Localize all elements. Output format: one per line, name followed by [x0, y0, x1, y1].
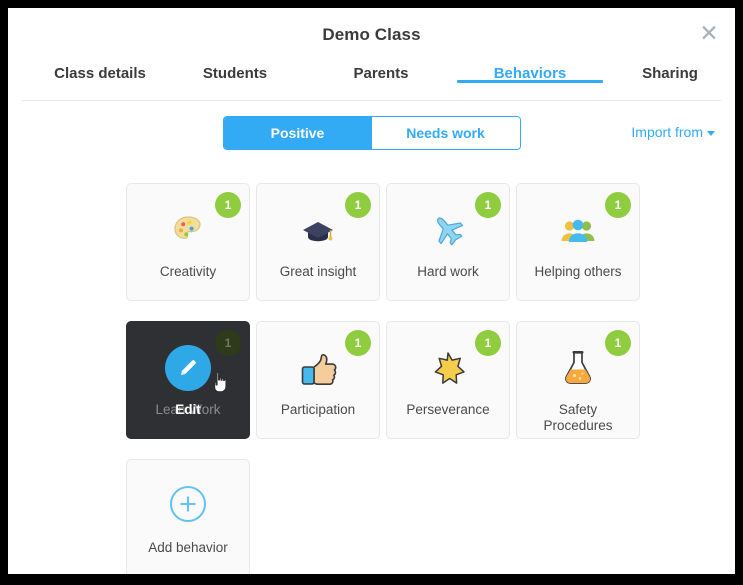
thumbs-up-icon	[257, 344, 379, 392]
tab-label: Class details	[54, 65, 146, 82]
tab-label: Students	[202, 65, 268, 82]
segment-positive[interactable]: Positive	[223, 117, 372, 149]
airplane-icon	[387, 206, 509, 254]
tab-class-details[interactable]: Class details	[40, 65, 160, 82]
behavior-label: Participation	[280, 402, 356, 417]
behavior-label: Great insight	[279, 264, 357, 279]
behavior-card[interactable]: 1 Great insight	[256, 183, 380, 301]
tab-students[interactable]: Students	[192, 65, 278, 82]
class-modal: Demo Class ✕ Class details Students Parent…	[8, 8, 735, 574]
page-title: Demo Class	[322, 25, 421, 44]
behavior-label: Lean Work	[155, 402, 221, 417]
graduation-cap-icon	[257, 206, 379, 254]
behavior-label: Hard work	[417, 264, 479, 279]
behavior-type-toggle: Positive Needs work	[222, 116, 521, 150]
add-behavior-label: Add behavior	[148, 540, 228, 555]
tab-sharing[interactable]: Sharing	[633, 65, 707, 82]
chevron-down-icon	[707, 130, 715, 136]
close-icon[interactable]: ✕	[695, 20, 723, 48]
star-icon	[387, 344, 509, 392]
import-from-label: Import from	[631, 124, 703, 140]
behavior-label: Creativity	[159, 264, 217, 279]
tab-bar: Class details Students Parents Behaviors Sha…	[22, 60, 721, 101]
screen-frame: Demo Class ✕ Class details Students Parent…	[0, 0, 743, 585]
palette-icon	[127, 206, 249, 254]
plus-circle-icon	[170, 486, 206, 522]
tab-parents[interactable]: Parents	[344, 65, 418, 82]
behavior-label: Safety Procedures	[543, 402, 613, 433]
behavior-card[interactable]: 1 Creativity	[126, 183, 250, 301]
behavior-card[interactable]: 1 Safety Procedures	[516, 321, 640, 439]
behavior-card[interactable]: 1 Lean Work Edit	[126, 321, 250, 439]
behavior-card[interactable]: 1 Participation	[256, 321, 380, 439]
tab-behaviors[interactable]: Behaviors	[457, 65, 603, 83]
behavior-label: Perseverance	[406, 402, 490, 417]
tab-label: Sharing	[642, 65, 698, 82]
people-group-icon	[517, 206, 639, 254]
edit-behavior-button[interactable]	[165, 345, 211, 391]
behavior-card[interactable]: 1 Helping others	[516, 183, 640, 301]
modal-header: Demo Class ✕	[8, 8, 735, 60]
segment-needs-work[interactable]: Needs work	[371, 117, 520, 149]
behavior-label: Helping others	[534, 264, 622, 279]
import-from-button[interactable]: Import from	[631, 124, 715, 140]
behaviors-toolbar: Positive Needs work Import from	[8, 101, 735, 161]
flask-icon	[517, 344, 639, 392]
behavior-card[interactable]: 1 Perseverance	[386, 321, 510, 439]
active-tab-underline	[457, 80, 603, 83]
tab-label: Parents	[353, 65, 409, 82]
add-behavior-card[interactable]: Add behavior	[126, 459, 250, 574]
behavior-card[interactable]: 1 Hard work	[386, 183, 510, 301]
